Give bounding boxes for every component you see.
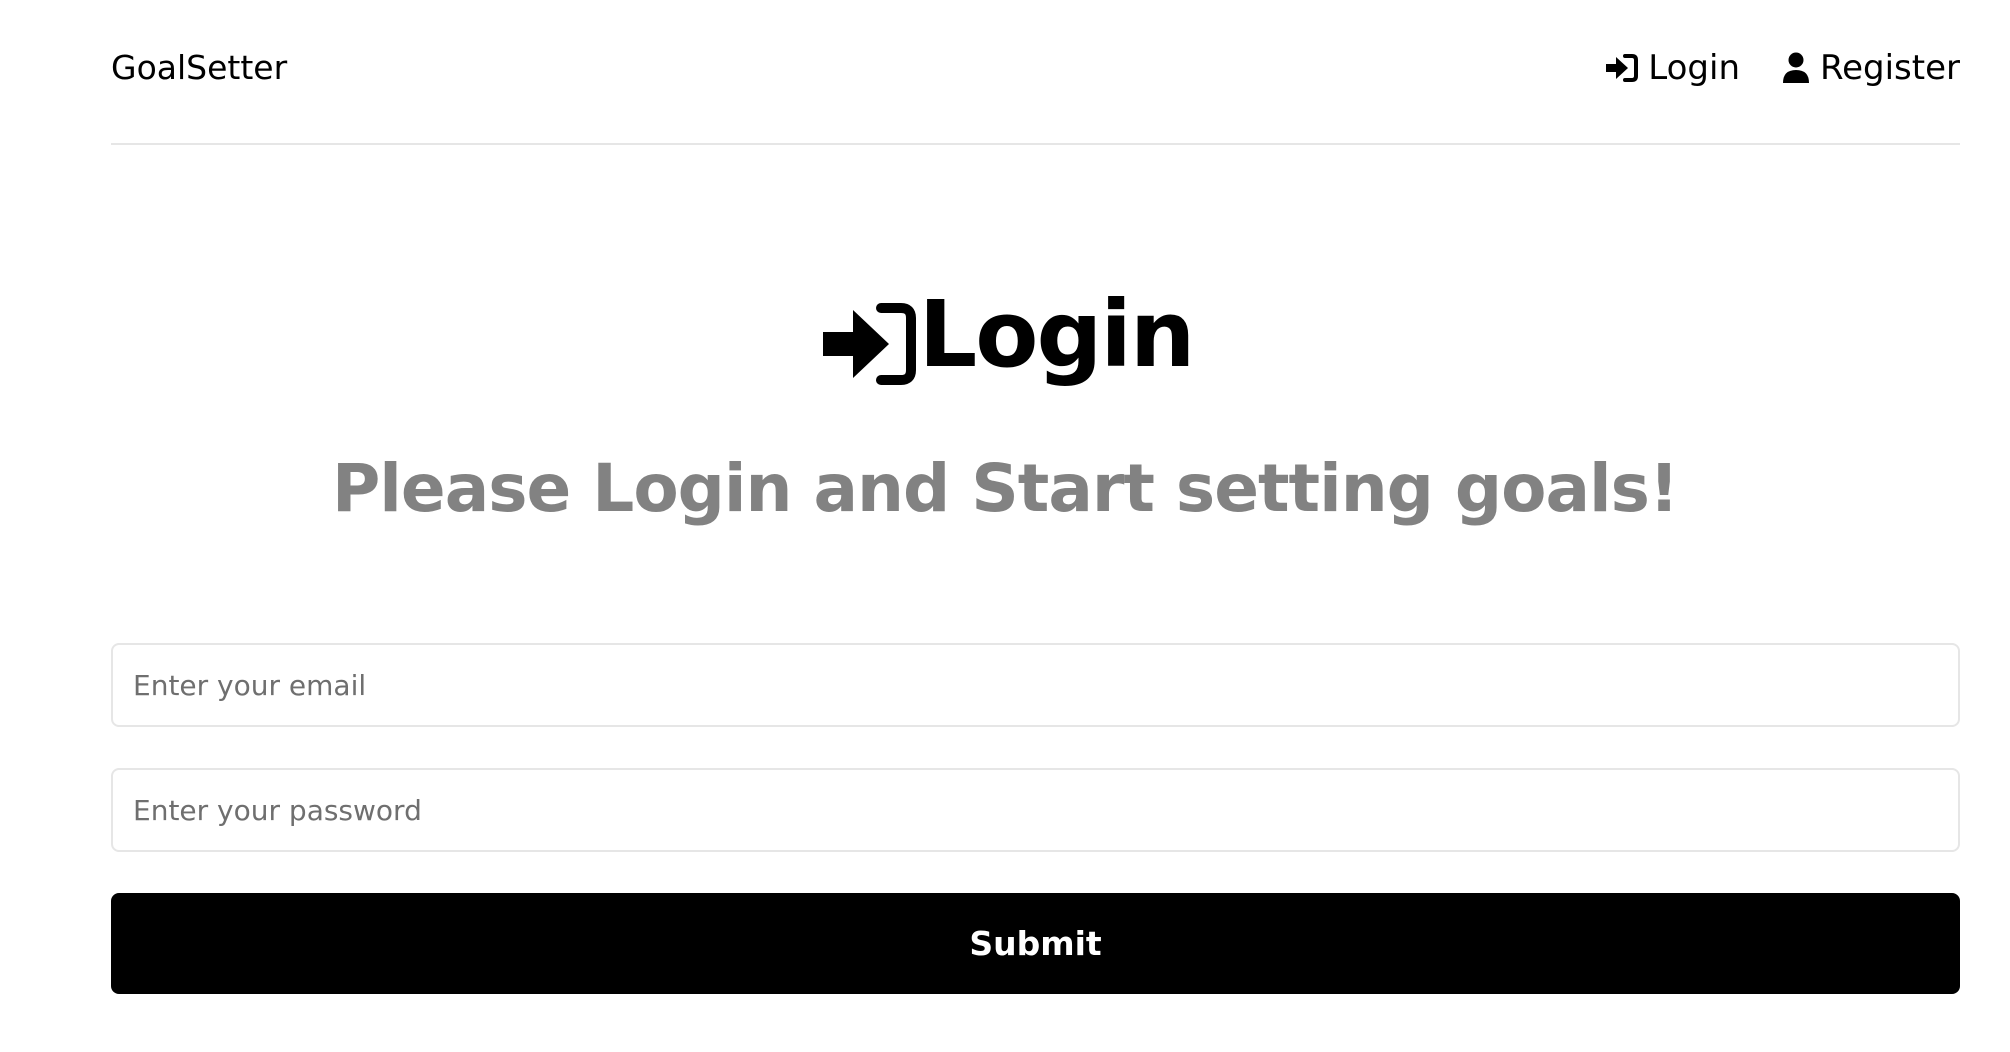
user-icon bbox=[1782, 52, 1810, 84]
page-title: Login bbox=[817, 280, 1196, 390]
page-title-text: Login bbox=[918, 281, 1196, 388]
password-field[interactable] bbox=[111, 768, 1960, 852]
brand-link[interactable]: GoalSetter bbox=[111, 46, 287, 90]
nav-login-link[interactable]: Login bbox=[1604, 46, 1740, 90]
nav-login-label: Login bbox=[1648, 48, 1741, 88]
submit-button[interactable]: Submit bbox=[111, 893, 1960, 994]
page-subtitle: Please Login and Start setting goals! bbox=[331, 450, 1679, 527]
header-nav: Login Register bbox=[1604, 46, 1960, 90]
nav-register-link[interactable]: Register bbox=[1782, 46, 1960, 90]
sign-in-icon bbox=[817, 298, 919, 390]
login-page: GoalSetter Login Register Login Please L… bbox=[0, 0, 2010, 1052]
login-form: Submit bbox=[111, 643, 1960, 994]
nav-register-label: Register bbox=[1820, 48, 1960, 88]
email-field[interactable] bbox=[111, 643, 1960, 727]
site-header: GoalSetter Login Register bbox=[111, 0, 1960, 145]
login-heading-block: Login bbox=[0, 280, 2010, 394]
sign-in-icon bbox=[1604, 53, 1639, 83]
